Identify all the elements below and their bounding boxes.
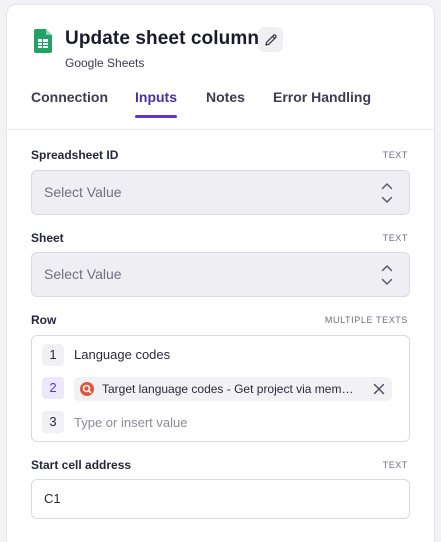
row-item-value[interactable]: Language codes <box>74 347 170 362</box>
close-icon[interactable] <box>373 383 385 395</box>
row-type: MULTIPLE TEXTS <box>324 315 408 325</box>
tab-connection[interactable]: Connection <box>31 89 108 119</box>
google-sheets-icon <box>34 29 52 53</box>
page-title: Update sheet column <box>65 28 260 49</box>
tab-error-handling[interactable]: Error Handling <box>273 89 371 119</box>
chevron-up-down-icon <box>381 265 393 285</box>
tab-notes[interactable]: Notes <box>206 89 245 119</box>
sheet-type: TEXT <box>382 233 408 243</box>
tab-inputs[interactable]: Inputs <box>135 89 177 119</box>
chevron-up-down-icon <box>381 183 393 203</box>
panel-header: Update sheet column Google Sheets Connec… <box>7 5 434 135</box>
variable-chip-label: Target language codes - Get project via … <box>102 382 354 396</box>
variable-chip[interactable]: Target language codes - Get project via … <box>74 377 392 401</box>
pencil-icon <box>264 33 277 46</box>
variable-source-icon <box>80 382 94 396</box>
start-cell-type: TEXT <box>382 460 408 470</box>
app-subtitle: Google Sheets <box>65 56 145 70</box>
start-cell-input[interactable]: C1 <box>31 479 410 519</box>
row-new-value-input[interactable]: Type or insert value <box>74 415 187 430</box>
row-item-number: 2 <box>42 377 64 399</box>
spreadsheet-id-type: TEXT <box>382 150 408 160</box>
sheet-placeholder: Select Value <box>44 266 122 282</box>
sheet-select[interactable]: Select Value <box>31 252 410 297</box>
start-cell-label: Start cell address <box>31 458 132 472</box>
tab-bar: Connection Inputs Notes Error Handling <box>7 89 434 119</box>
row-values-list: 1 Language codes 2 Target language codes… <box>31 335 410 442</box>
step-config-panel: Update sheet column Google Sheets Connec… <box>6 4 435 542</box>
edit-title-button[interactable] <box>258 27 283 52</box>
tab-divider <box>7 129 434 130</box>
sheet-label: Sheet <box>31 231 64 245</box>
row-item-number: 1 <box>42 344 64 366</box>
spreadsheet-id-label: Spreadsheet ID <box>31 148 119 162</box>
start-cell-value: C1 <box>44 491 61 506</box>
row-label: Row <box>31 313 57 327</box>
row-item-number: 3 <box>42 411 64 433</box>
spreadsheet-id-placeholder: Select Value <box>44 184 122 200</box>
spreadsheet-id-select[interactable]: Select Value <box>31 170 410 215</box>
